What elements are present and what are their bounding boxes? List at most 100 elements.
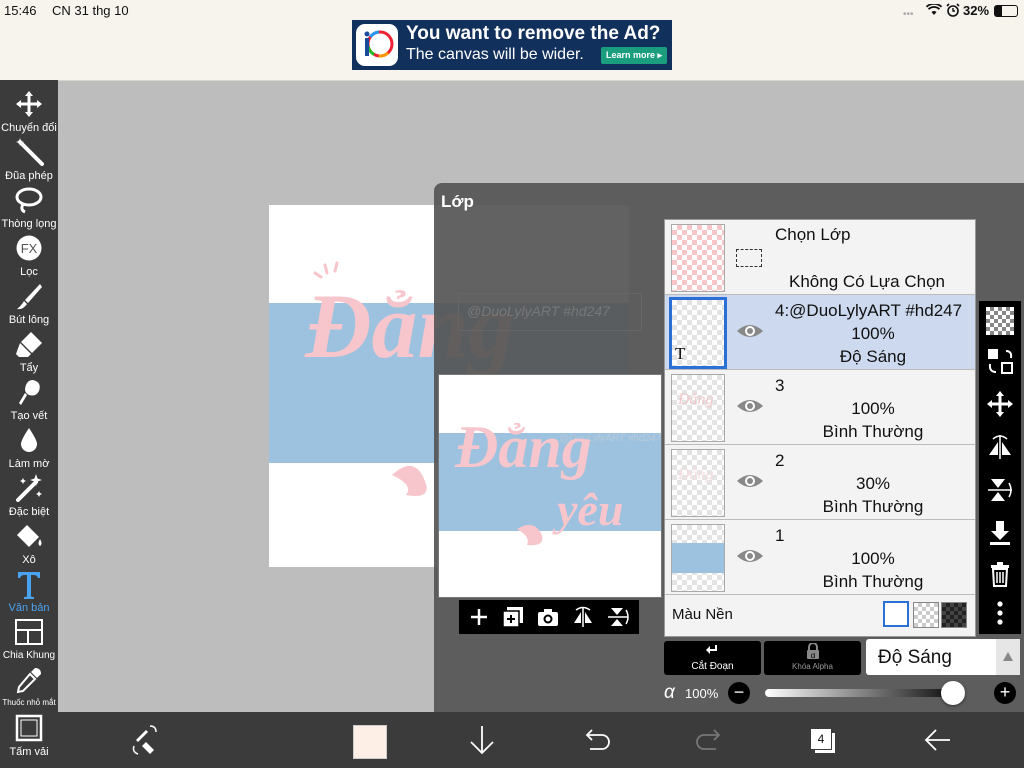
tool-bucket[interactable]: Xô <box>0 522 58 570</box>
move-icon <box>16 91 42 117</box>
layer-opacity: 100% <box>851 549 895 568</box>
back-arrow-icon[interactable] <box>918 720 958 760</box>
redo-icon[interactable] <box>690 720 730 760</box>
background-label: Màu Nền <box>672 606 733 623</box>
add-layer-icon[interactable] <box>467 605 491 629</box>
tool-label: Xô <box>22 554 36 566</box>
tool-label: Bút lông <box>8 314 50 326</box>
layer-name: 1 <box>775 526 785 545</box>
alpha-increase-button[interactable]: + <box>994 682 1016 704</box>
ad-banner[interactable]: You want to remove the Ad? The canvas wi… <box>352 20 672 70</box>
text-selection-box[interactable]: @DuoLylyART #hd247 <box>458 293 642 331</box>
panel-title: Lớp <box>441 192 474 211</box>
lock-icon: α <box>807 643 819 659</box>
tool-label: Chuyển đổi <box>1 122 57 134</box>
merge-down-icon[interactable] <box>986 519 1014 547</box>
tool-label: Tạo vết <box>10 410 48 422</box>
tool-special[interactable]: Đặc biệt <box>0 474 58 522</box>
ad-title: You want to remove the Ad? <box>406 23 661 44</box>
checkerboard-icon[interactable] <box>986 307 1014 335</box>
select-layer-row[interactable]: Chọn Lớp Không Có Lựa Chọn <box>665 220 975 295</box>
tool-label: Đũa phép <box>5 170 53 182</box>
tool-label: Tấm vải <box>9 746 49 758</box>
tool-blur[interactable]: Làm mờ <box>0 426 58 474</box>
preview-lettering: Đẳng <box>455 414 592 480</box>
tool-canvas[interactable]: Tấm vải <box>0 714 58 762</box>
layer-opacity: 30% <box>855 474 891 493</box>
layer-thumbnail: Đẳng <box>671 449 725 517</box>
alpha-slider-knob[interactable] <box>941 681 965 705</box>
bg-white-swatch[interactable] <box>883 601 909 627</box>
layer-name: 2 <box>775 451 785 470</box>
layer-row-1[interactable]: 1 100% Bình Thường <box>665 520 975 595</box>
tool-brush[interactable]: Bút lông <box>0 282 58 330</box>
transform-layer-icon[interactable] <box>986 347 1014 375</box>
status-date: CN 31 thg 10 <box>52 3 129 18</box>
sparkle-doodle-icon <box>313 261 339 279</box>
multitask-dots: ••• <box>903 9 914 20</box>
tool-label: Chia Khung <box>2 650 56 661</box>
layer-blend-mode: Bình Thường <box>822 497 924 516</box>
tool-label: Lọc <box>20 266 38 278</box>
status-time: 15:46 <box>4 3 37 18</box>
preview-lettering-2: yêu <box>557 484 624 535</box>
tool-label: Đặc biệt <box>8 506 50 518</box>
visibility-eye-icon[interactable] <box>735 321 765 341</box>
undo-icon[interactable] <box>576 720 616 760</box>
tool-transform[interactable]: Chuyển đổi <box>0 90 58 138</box>
chevron-up-icon <box>1003 652 1013 661</box>
layers-count-button[interactable]: 4 <box>806 726 836 756</box>
tool-filter[interactable]: FX Lọc <box>0 234 58 282</box>
status-bar: 15:46 CN 31 thg 10 ••• 32% You want to r… <box>0 0 1024 81</box>
tool-eyedropper[interactable]: Thuốc nhỏ mắt <box>0 666 58 714</box>
flip-horizontal-icon[interactable] <box>986 433 1014 461</box>
smudge-icon <box>19 380 40 405</box>
blend-mode-toggle[interactable] <box>996 639 1020 675</box>
visibility-eye-icon[interactable] <box>735 396 765 416</box>
text-selection-watermark: @DuoLylyART #hd247 <box>467 303 610 319</box>
tool-smudge[interactable]: Tạo vết <box>0 378 58 426</box>
layer-thumbnail: Đẳng <box>671 374 725 442</box>
layer-blend-mode: Bình Thường <box>822 422 924 441</box>
tool-frame-divider[interactable]: Chia Khung <box>0 618 58 666</box>
alarm-icon <box>946 3 960 17</box>
svg-text:FX: FX <box>21 241 38 256</box>
more-options-icon[interactable] <box>986 599 1014 627</box>
tool-label: Thuốc nhỏ mắt <box>2 698 56 707</box>
clipping-label: Cắt Đoạn <box>691 661 734 672</box>
layer-blend-mode: Độ Sáng <box>839 347 907 366</box>
flip-horizontal-icon[interactable] <box>571 605 595 629</box>
flip-vertical-icon[interactable] <box>606 605 630 629</box>
visibility-eye-icon[interactable] <box>735 546 765 566</box>
fx-icon: FX <box>16 235 42 261</box>
brush-eraser-swap-icon[interactable] <box>124 720 164 760</box>
layer-row-3[interactable]: Đẳng 3 100% Bình Thường <box>665 370 975 445</box>
arrow-down-icon[interactable] <box>462 720 502 760</box>
layer-preview: @DuoLylyART #hd247 Đẳng yêu <box>438 374 662 598</box>
selection-thumbnail <box>671 224 725 292</box>
blend-mode-select[interactable]: Độ Sáng <box>866 639 1020 675</box>
learn-more-button[interactable]: Learn more ▸ <box>601 47 667 64</box>
duplicate-layer-icon[interactable] <box>501 605 525 629</box>
flip-vertical-icon[interactable] <box>986 476 1014 504</box>
tool-eraser[interactable]: Tẩy <box>0 330 58 378</box>
bg-dark-swatch[interactable] <box>941 602 967 628</box>
alpha-slider-track[interactable] <box>765 681 965 705</box>
layer-row-4[interactable]: T 4:@DuoLylyART #hd247 100% Độ Sáng <box>665 295 975 370</box>
tool-label: Làm mờ <box>8 458 50 470</box>
color-swatch[interactable] <box>353 725 387 759</box>
clipping-button[interactable]: Cắt Đoạn <box>664 641 761 675</box>
camera-icon[interactable] <box>536 605 560 629</box>
tool-lasso[interactable]: Thòng lọng <box>0 186 58 234</box>
bg-transparent-swatch[interactable] <box>913 602 939 628</box>
alpha-lock-button[interactable]: α Khóa Alpha <box>764 641 861 675</box>
tool-label: Tẩy <box>19 362 39 374</box>
alpha-value: 100% <box>685 686 719 701</box>
move-layer-icon[interactable] <box>986 390 1014 418</box>
trash-icon[interactable] <box>986 560 1014 588</box>
alpha-decrease-button[interactable]: − <box>728 682 750 704</box>
layer-row-2[interactable]: Đẳng 2 30% Bình Thường <box>665 445 975 520</box>
tool-text[interactable]: Văn bản <box>0 570 58 618</box>
tool-magic-wand[interactable]: Đũa phép <box>0 138 58 186</box>
visibility-eye-icon[interactable] <box>735 471 765 491</box>
